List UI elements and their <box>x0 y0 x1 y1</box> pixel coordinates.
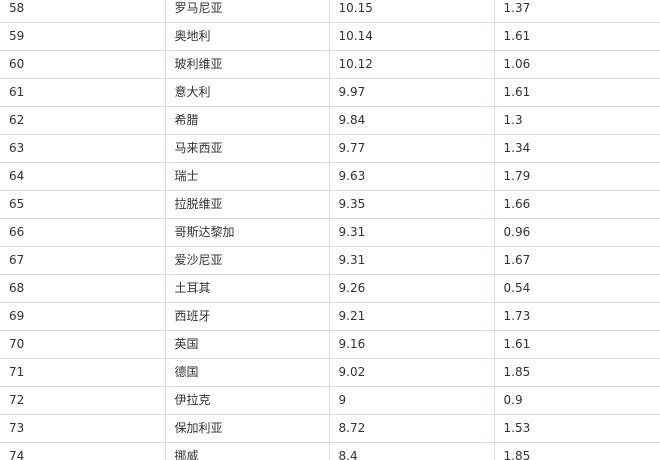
rate-cell: 1.61 <box>493 330 660 359</box>
rank-cell: 62 <box>0 106 166 135</box>
country-cell: 马来西亚 <box>164 134 330 163</box>
value-cell: 10.15 <box>328 0 495 23</box>
country-cell: 拉脱维亚 <box>164 190 330 219</box>
country-cell: 奥地利 <box>164 22 330 51</box>
table-row: 58 罗马尼亚 10.15 1.37 <box>0 0 660 23</box>
rate-cell: 1.37 <box>493 0 660 23</box>
table-row: 63 马来西亚 9.77 1.34 <box>0 134 660 163</box>
rate-cell: 1.34 <box>493 134 660 163</box>
value-cell: 9.31 <box>328 246 495 275</box>
value-cell: 9 <box>328 386 495 415</box>
country-cell: 玻利维亚 <box>164 50 330 79</box>
value-cell: 9.21 <box>328 302 495 331</box>
rate-cell: 1.66 <box>493 190 660 219</box>
value-cell: 9.31 <box>328 218 495 247</box>
rank-cell: 72 <box>0 386 166 415</box>
table-row: 70 英国 9.16 1.61 <box>0 330 660 359</box>
country-cell: 意大利 <box>164 78 330 107</box>
data-table-container: 58 罗马尼亚 10.15 1.37 59 奥地利 10.14 1.61 60 玻利维亚 10.12… <box>0 0 660 460</box>
value-cell: 9.84 <box>328 106 495 135</box>
value-cell: 9.63 <box>328 162 495 191</box>
rank-cell: 58 <box>0 0 166 23</box>
rate-cell: 0.9 <box>493 386 660 415</box>
country-cell: 土耳其 <box>164 274 330 303</box>
value-cell: 10.12 <box>328 50 495 79</box>
table-row: 66 哥斯达黎加 9.31 0.96 <box>0 218 660 247</box>
table-row: 72 伊拉克 9 0.9 <box>0 386 660 415</box>
value-cell: 9.26 <box>328 274 495 303</box>
table-row: 59 奥地利 10.14 1.61 <box>0 22 660 51</box>
rate-cell: 1.06 <box>493 50 660 79</box>
country-cell: 瑞士 <box>164 162 330 191</box>
table-row: 74 挪威 8.4 1.85 <box>0 442 660 460</box>
rank-cell: 59 <box>0 22 166 51</box>
rank-cell: 65 <box>0 190 166 219</box>
rank-cell: 66 <box>0 218 166 247</box>
country-cell: 西班牙 <box>164 302 330 331</box>
data-table: 58 罗马尼亚 10.15 1.37 59 奥地利 10.14 1.61 60 玻利维亚 10.12… <box>0 0 660 460</box>
table-row: 64 瑞士 9.63 1.79 <box>0 162 660 191</box>
value-cell: 9.16 <box>328 330 495 359</box>
rank-cell: 60 <box>0 50 166 79</box>
rate-cell: 0.54 <box>493 274 660 303</box>
value-cell: 8.72 <box>328 414 495 443</box>
value-cell: 9.97 <box>328 78 495 107</box>
table-row: 61 意大利 9.97 1.61 <box>0 78 660 107</box>
table-row: 67 爱沙尼亚 9.31 1.67 <box>0 246 660 275</box>
rank-cell: 71 <box>0 358 166 387</box>
rank-cell: 64 <box>0 162 166 191</box>
rate-cell: 1.85 <box>493 442 660 460</box>
table-row: 69 西班牙 9.21 1.73 <box>0 302 660 331</box>
value-cell: 10.14 <box>328 22 495 51</box>
country-cell: 罗马尼亚 <box>164 0 330 23</box>
country-cell: 哥斯达黎加 <box>164 218 330 247</box>
country-cell: 保加利亚 <box>164 414 330 443</box>
rate-cell: 0.96 <box>493 218 660 247</box>
country-cell: 爱沙尼亚 <box>164 246 330 275</box>
rate-cell: 1.53 <box>493 414 660 443</box>
value-cell: 9.35 <box>328 190 495 219</box>
table-row: 73 保加利亚 8.72 1.53 <box>0 414 660 443</box>
rate-cell: 1.79 <box>493 162 660 191</box>
country-cell: 希腊 <box>164 106 330 135</box>
table-row: 60 玻利维亚 10.12 1.06 <box>0 50 660 79</box>
rate-cell: 1.67 <box>493 246 660 275</box>
rank-cell: 69 <box>0 302 166 331</box>
country-cell: 英国 <box>164 330 330 359</box>
table-row: 68 土耳其 9.26 0.54 <box>0 274 660 303</box>
rank-cell: 63 <box>0 134 166 163</box>
value-cell: 8.4 <box>328 442 495 460</box>
rank-cell: 74 <box>0 442 166 460</box>
value-cell: 9.02 <box>328 358 495 387</box>
rank-cell: 67 <box>0 246 166 275</box>
rate-cell: 1.61 <box>493 78 660 107</box>
country-cell: 德国 <box>164 358 330 387</box>
country-cell: 伊拉克 <box>164 386 330 415</box>
rank-cell: 70 <box>0 330 166 359</box>
table-row: 65 拉脱维亚 9.35 1.66 <box>0 190 660 219</box>
rank-cell: 68 <box>0 274 166 303</box>
rank-cell: 73 <box>0 414 166 443</box>
rate-cell: 1.3 <box>493 106 660 135</box>
value-cell: 9.77 <box>328 134 495 163</box>
country-cell: 挪威 <box>164 442 330 460</box>
rate-cell: 1.73 <box>493 302 660 331</box>
rate-cell: 1.61 <box>493 22 660 51</box>
rank-cell: 61 <box>0 78 166 107</box>
rate-cell: 1.85 <box>493 358 660 387</box>
table-row: 62 希腊 9.84 1.3 <box>0 106 660 135</box>
table-row: 71 德国 9.02 1.85 <box>0 358 660 387</box>
